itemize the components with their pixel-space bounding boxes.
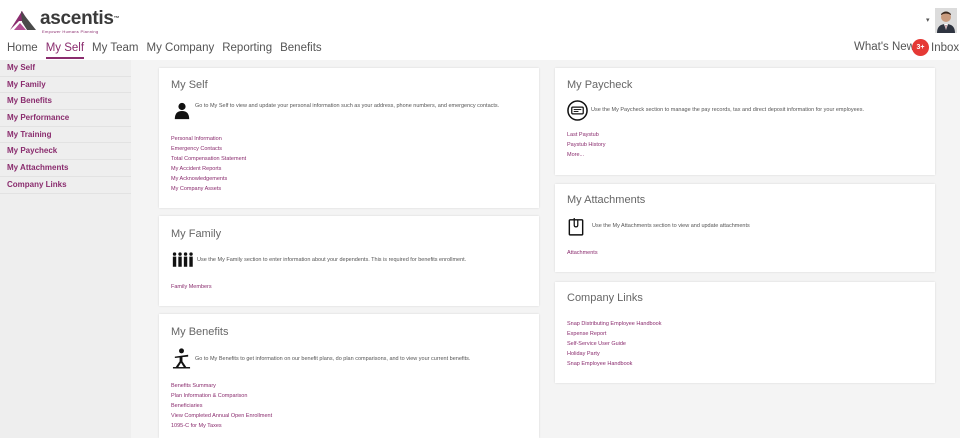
attachment-icon [568, 218, 584, 236]
family-icon [172, 252, 193, 267]
card-description: Go to My Benefits to get information on … [195, 356, 471, 362]
inbox-link[interactable]: 3+ Inbox [912, 39, 959, 56]
my-benefits-card: My Benefits Go to My Benefits to get inf… [159, 314, 539, 438]
my-self-card: My Self Go to My Self to view and update… [159, 68, 539, 208]
link-emergency-contacts[interactable]: Emergency Contacts [171, 144, 246, 154]
inbox-count-badge: 3+ [912, 39, 929, 56]
nav-my-company[interactable]: My Company [146, 41, 214, 59]
link-my-accident-reports[interactable]: My Accident Reports [171, 164, 246, 174]
my-family-card: My Family Use the My Family section to e… [159, 216, 539, 306]
link-1095c-for-my-taxes[interactable]: 1095-C for My Taxes [171, 421, 272, 431]
link-plan-information-comparison[interactable]: Plan Information & Comparison [171, 391, 272, 401]
main-nav: Home My Self My Team My Company Reportin… [7, 41, 330, 59]
link-expense-report[interactable]: Expense Report [567, 329, 661, 339]
nav-home[interactable]: Home [7, 41, 38, 59]
link-beneficiaries[interactable]: Beneficiaries [171, 401, 272, 411]
link-family-members[interactable]: Family Members [171, 282, 212, 292]
nav-my-team[interactable]: My Team [92, 41, 138, 59]
card-title: My Paycheck [567, 79, 633, 91]
inbox-label: Inbox [931, 41, 960, 54]
card-title: My Family [171, 228, 222, 240]
link-self-service-user-guide[interactable]: Self-Service User Guide [567, 339, 661, 349]
nav-my-self[interactable]: My Self [45, 41, 85, 59]
nav-reporting[interactable]: Reporting [222, 41, 272, 59]
sidebar-item-my-family[interactable]: My Family [0, 77, 131, 94]
link-benefits-summary[interactable]: Benefits Summary [171, 381, 272, 391]
card-title: My Self [171, 79, 208, 91]
nav-benefits[interactable]: Benefits [280, 41, 322, 59]
avatar-person-icon [935, 8, 957, 33]
link-personal-information[interactable]: Personal Information [171, 134, 246, 144]
sidebar-item-my-paycheck[interactable]: My Paycheck [0, 143, 131, 161]
card-description: Use the My Paycheck section to manage th… [591, 107, 864, 113]
link-my-acknowledgements[interactable]: My Acknowledgements [171, 174, 246, 184]
person-icon [174, 102, 190, 120]
logo-tagline: Empower Humans Planning [42, 29, 99, 34]
logo-wordmark: ascentis [40, 8, 114, 29]
user-menu-caret-icon[interactable]: ▾ [926, 16, 930, 24]
sidebar-item-my-attachments[interactable]: My Attachments [0, 160, 131, 177]
card-title: Company Links [567, 292, 643, 304]
top-header: ascentis™ Empower Humans Planning Home M… [0, 0, 960, 60]
link-snap-distributing-employee-handbook[interactable]: Snap Distributing Employee Handbook [567, 319, 661, 329]
ascentis-logo-icon [10, 11, 36, 30]
link-holiday-party[interactable]: Holiday Party [567, 349, 661, 359]
sidebar-item-my-self[interactable]: My Self [0, 60, 131, 77]
card-title: My Benefits [171, 326, 229, 338]
sidebar-item-my-performance[interactable]: My Performance [0, 110, 131, 127]
company-links-card: Company Links Snap Distributing Employee… [555, 282, 935, 383]
whats-new-link[interactable]: What's New [854, 41, 915, 53]
link-last-paystub[interactable]: Last Paystub [567, 130, 606, 140]
link-more[interactable]: More... [567, 150, 606, 160]
card-description: Go to My Self to view and update your pe… [195, 103, 500, 109]
link-view-completed-annual-open-enrollment[interactable]: View Completed Annual Open Enrollment [171, 411, 272, 421]
logo-trademark: ™ [113, 16, 120, 22]
card-title: My Attachments [567, 194, 646, 206]
link-snap-employee-handbook[interactable]: Snap Employee Handbook [567, 359, 661, 369]
left-sidebar: My Self My Family My Benefits My Perform… [0, 60, 131, 438]
paycheck-icon [567, 100, 588, 121]
card-description: Use the My Attachments section to view a… [592, 223, 750, 229]
benefits-icon [172, 348, 191, 369]
sidebar-item-my-training[interactable]: My Training [0, 127, 131, 144]
sidebar-item-company-links[interactable]: Company Links [0, 177, 131, 194]
link-my-company-assets[interactable]: My Company Assets [171, 184, 246, 194]
ascentis-logo[interactable]: ascentis™ Empower Humans Planning [8, 8, 120, 34]
link-total-compensation-statement[interactable]: Total Compensation Statement [171, 154, 246, 164]
my-paycheck-card: My Paycheck Use the My Paycheck section … [555, 68, 935, 175]
my-attachments-card: My Attachments Use the My Attachments se… [555, 184, 935, 272]
user-avatar[interactable] [935, 8, 957, 33]
link-attachments[interactable]: Attachments [567, 248, 598, 258]
sidebar-item-my-benefits[interactable]: My Benefits [0, 93, 131, 111]
link-paystub-history[interactable]: Paystub History [567, 140, 606, 150]
card-description: Use the My Family section to enter infor… [197, 257, 467, 263]
